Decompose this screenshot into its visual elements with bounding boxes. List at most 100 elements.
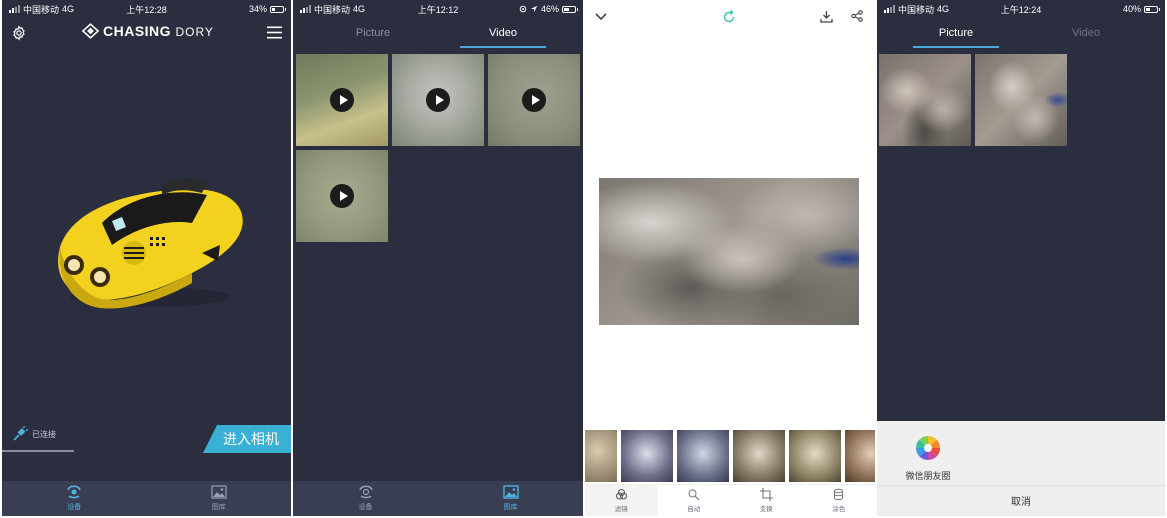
cancel-button[interactable]: 取消 xyxy=(877,491,1165,515)
editor-toolbar: 滤镜 自动 变换 涂色 xyxy=(585,484,875,516)
gallery-tabs: Picture Video xyxy=(293,20,583,48)
bottom-tabbar: 设备 图库 xyxy=(2,481,291,516)
battery-percent: 34% xyxy=(249,4,268,14)
tab-gallery[interactable]: 图库 xyxy=(438,481,583,516)
screenshots-collage: 中国移动 4G 上午12:28 34% CHASING DORY 已连接 进入相… xyxy=(0,0,1167,518)
magic-wand-icon xyxy=(688,489,700,501)
status-bar: 中国移动 4G 上午12:12 46% xyxy=(293,0,583,18)
video-thumbnail[interactable] xyxy=(488,54,580,146)
gallery-picture-share-screen: 中国移动 4G 上午12:24 40% Picture Video 微信朋友圈 … xyxy=(877,0,1165,516)
enter-camera-button[interactable]: 进入相机 xyxy=(203,425,291,453)
tab-video[interactable]: Video xyxy=(460,20,546,48)
filter-thumbnail[interactable] xyxy=(845,430,875,482)
battery-percent: 46% xyxy=(540,4,559,14)
video-thumbnail[interactable] xyxy=(296,150,388,242)
share-divider xyxy=(877,485,1165,486)
tab-device[interactable]: 设备 xyxy=(2,481,147,516)
brand-logo: CHASING DORY xyxy=(82,23,214,39)
drone-icon xyxy=(67,485,82,499)
picture-thumbnail[interactable] xyxy=(975,54,1067,146)
gallery-icon xyxy=(502,485,519,499)
brand-sub: DORY xyxy=(175,25,214,39)
chevron-down-icon[interactable] xyxy=(595,12,607,22)
picture-thumbnail[interactable] xyxy=(879,54,971,146)
connection-label: 已连接 xyxy=(32,429,56,439)
underwater-drone-image xyxy=(58,178,243,309)
crop-icon xyxy=(759,488,773,501)
battery-icon xyxy=(562,5,578,13)
carrier: 中国移动 xyxy=(314,4,351,15)
tab-gallery[interactable]: 图库 xyxy=(147,481,292,516)
tool-filter-label: 滤镜 xyxy=(614,506,628,513)
tool-transform[interactable]: 变换 xyxy=(730,485,803,516)
play-icon[interactable] xyxy=(522,88,546,112)
network: 4G xyxy=(353,4,366,14)
tab-video[interactable]: Video xyxy=(1043,20,1129,48)
drone-icon xyxy=(358,485,373,499)
tool-transform-label: 变换 xyxy=(759,506,773,513)
share-wechat-moments[interactable]: 微信朋友圈 xyxy=(903,435,953,482)
filter-thumbnail[interactable] xyxy=(585,430,617,482)
signal-icon xyxy=(884,5,895,13)
clock: 上午12:24 xyxy=(1000,4,1042,15)
share-sheet: 微信朋友圈 取消 xyxy=(877,421,1165,516)
filter-thumbnail[interactable] xyxy=(621,430,673,482)
clock: 上午12:28 xyxy=(126,4,167,15)
share-wechat-moments-label: 微信朋友圈 xyxy=(905,471,951,481)
photo-editor-screen: 滤镜 自动 变换 涂色 xyxy=(585,0,875,516)
tool-paint-label: 涂色 xyxy=(832,506,846,513)
picture-grid xyxy=(879,54,1067,146)
bottom-tabbar: 设备 图库 xyxy=(293,481,583,516)
video-thumbnail[interactable] xyxy=(296,54,388,146)
editor-topbar xyxy=(585,8,875,28)
carrier: 中国移动 xyxy=(898,4,935,15)
tab-picture[interactable]: Picture xyxy=(913,20,999,48)
tab-gallery-label: 图库 xyxy=(211,504,226,511)
tool-auto-label: 自动 xyxy=(687,506,701,513)
location-icon xyxy=(530,5,538,13)
app-header: CHASING DORY xyxy=(2,20,291,46)
tool-filter[interactable]: 滤镜 xyxy=(585,485,658,516)
battery-icon xyxy=(1143,5,1160,13)
device-screen: 中国移动 4G 上午12:28 34% CHASING DORY 已连接 进入相… xyxy=(2,0,291,516)
filter-thumbnail[interactable] xyxy=(733,430,785,482)
gallery-icon xyxy=(211,485,227,499)
battery-icon xyxy=(270,5,287,13)
filter-thumbnail[interactable] xyxy=(677,430,729,482)
filter-strip xyxy=(585,428,875,484)
edited-photo xyxy=(599,178,859,325)
status-bar: 中国移动 4G 上午12:28 34% xyxy=(2,0,291,18)
wechat-moments-icon xyxy=(915,435,941,461)
brand-mark-icon xyxy=(82,23,99,39)
gallery-tabs: Picture Video xyxy=(877,20,1165,48)
battery-percent: 40% xyxy=(1122,4,1141,14)
tool-paint[interactable]: 涂色 xyxy=(803,485,876,516)
download-icon[interactable] xyxy=(820,10,833,23)
menu-icon[interactable] xyxy=(267,26,282,39)
share-icon[interactable] xyxy=(851,10,863,22)
tab-device-label: 设备 xyxy=(358,504,373,511)
brand-name: CHASING xyxy=(103,23,172,39)
filter-icon xyxy=(615,489,627,500)
video-grid xyxy=(296,54,580,242)
play-icon[interactable] xyxy=(426,88,450,112)
tab-picture[interactable]: Picture xyxy=(330,20,416,48)
orientation-lock-icon xyxy=(519,5,527,13)
gallery-video-screen: 中国移动 4G 上午12:12 46% Picture Video 设备 图库 xyxy=(293,0,583,516)
play-icon[interactable] xyxy=(330,88,354,112)
plug-icon xyxy=(13,426,28,441)
tab-gallery-label: 图库 xyxy=(503,504,518,511)
video-thumbnail[interactable] xyxy=(392,54,484,146)
play-icon[interactable] xyxy=(330,184,354,208)
paint-bucket-icon xyxy=(834,488,844,500)
signal-icon xyxy=(300,5,311,13)
rotate-icon[interactable] xyxy=(722,10,736,24)
status-bar: 中国移动 4G 上午12:24 40% xyxy=(877,0,1165,18)
tab-device[interactable]: 设备 xyxy=(293,481,438,516)
filter-thumbnail[interactable] xyxy=(789,430,841,482)
gear-icon[interactable] xyxy=(11,25,27,41)
network: 4G xyxy=(62,4,75,14)
carrier: 中国移动 xyxy=(23,4,60,15)
signal-icon xyxy=(9,5,20,13)
tool-auto[interactable]: 自动 xyxy=(658,485,731,516)
